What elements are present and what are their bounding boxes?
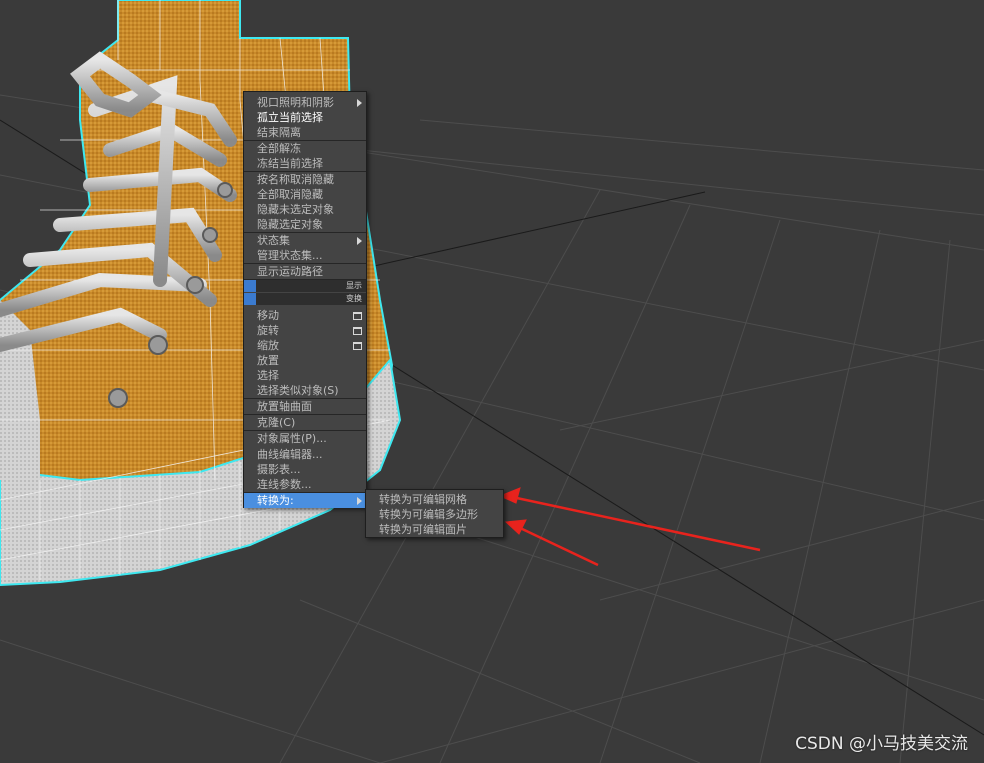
menu-item[interactable]: 摄影表... — [244, 462, 366, 477]
menu-item-label: 全部解冻 — [257, 142, 301, 155]
submenu-item[interactable]: 转换为可编辑网格 — [366, 492, 503, 507]
menu-item-label: 隐藏未选定对象 — [257, 203, 334, 216]
menu-item[interactable]: 选择类似对象(S) — [244, 383, 366, 398]
menu-item[interactable]: 缩放 — [244, 338, 366, 353]
menu-item[interactable]: 冻结当前选择 — [244, 156, 366, 171]
menu-item[interactable]: 选择 — [244, 368, 366, 383]
menu-item-label: 全部取消隐藏 — [257, 188, 323, 201]
menu-item-label: 管理状态集... — [257, 249, 323, 262]
menu-item-label: 放置轴曲面 — [257, 400, 312, 413]
menu-item-label: 状态集 — [257, 234, 290, 247]
submenu-item[interactable]: 转换为可编辑面片 — [366, 522, 503, 537]
menu-item-label: 摄影表... — [257, 463, 301, 476]
quad-label-text: 变换 — [346, 294, 362, 303]
menu-item-label: 冻结当前选择 — [257, 157, 323, 170]
options-box-icon[interactable] — [353, 312, 362, 320]
menu-item[interactable]: 放置轴曲面 — [244, 399, 366, 414]
submenu-arrow-icon — [357, 99, 362, 107]
menu-item[interactable]: 克隆(C) — [244, 415, 366, 430]
menu-item-label: 曲线编辑器... — [257, 448, 323, 461]
menu-item[interactable]: 隐藏选定对象 — [244, 217, 366, 232]
menu-item[interactable]: 状态集 — [244, 233, 366, 248]
submenu-item-label: 转换为可编辑多边形 — [379, 508, 478, 521]
viewport-scene — [0, 0, 984, 763]
menu-item[interactable]: 结束隔离 — [244, 125, 366, 140]
menu-item[interactable]: 连线参数... — [244, 477, 366, 492]
menu-item-label: 放置 — [257, 354, 279, 367]
submenu-item-label: 转换为可编辑网格 — [379, 493, 467, 506]
menu-item[interactable]: 全部解冻 — [244, 141, 366, 156]
menu-item[interactable]: 孤立当前选择 — [244, 110, 366, 125]
menu-item-label: 隐藏选定对象 — [257, 218, 323, 231]
options-box-icon[interactable] — [353, 327, 362, 335]
menu-item-label: 缩放 — [257, 339, 279, 352]
menu-item-label: 克隆(C) — [257, 416, 296, 429]
options-box-icon[interactable] — [353, 342, 362, 350]
menu-item[interactable]: 放置 — [244, 353, 366, 368]
menu-item[interactable]: 对象属性(P)... — [244, 431, 366, 446]
quad-label[interactable]: 显示 — [244, 280, 366, 292]
menu-item-label: 显示运动路径 — [257, 265, 323, 278]
menu-item[interactable]: 转换为: — [244, 493, 366, 508]
menu-item-label: 孤立当前选择 — [257, 111, 323, 124]
submenu-arrow-icon — [357, 237, 362, 245]
menu-item-label: 按名称取消隐藏 — [257, 173, 334, 186]
menu-item-label: 转换为: — [257, 494, 294, 507]
menu-item-label: 连线参数... — [257, 478, 312, 491]
menu-item-label: 选择类似对象(S) — [257, 384, 339, 397]
quad-label-text: 显示 — [346, 281, 362, 290]
submenu-item-label: 转换为可编辑面片 — [379, 523, 467, 536]
submenu-item[interactable]: 转换为可编辑多边形 — [366, 507, 503, 522]
menu-item[interactable]: 显示运动路径 — [244, 264, 366, 279]
quad-context-menu: 显示变换 视口照明和阴影 孤立当前选择 结束隔离全部解冻冻结当前选择 按名称取消隐藏 全部… — [243, 91, 367, 508]
3d-viewport[interactable]: 显示变换 视口照明和阴影 孤立当前选择 结束隔离全部解冻冻结当前选择 按名称取消隐藏 全部… — [0, 0, 984, 763]
menu-item-label: 旋转 — [257, 324, 279, 337]
submenu-arrow-icon — [357, 497, 362, 505]
menu-item-label: 移动 — [257, 309, 279, 322]
menu-item[interactable]: 管理状态集... — [244, 248, 366, 263]
menu-item-label: 视口照明和阴影 — [257, 96, 334, 109]
menu-item[interactable]: 按名称取消隐藏 — [244, 172, 366, 187]
menu-item[interactable]: 旋转 — [244, 323, 366, 338]
watermark: CSDN @小马技美交流 — [795, 734, 968, 754]
menu-item[interactable]: 隐藏未选定对象 — [244, 202, 366, 217]
quad-color-swatch — [244, 293, 256, 305]
menu-item-label: 选择 — [257, 369, 279, 382]
menu-item[interactable]: 曲线编辑器... — [244, 447, 366, 462]
menu-item[interactable]: 全部取消隐藏 — [244, 187, 366, 202]
menu-item-label: 结束隔离 — [257, 126, 301, 139]
menu-item[interactable]: 移动 — [244, 308, 366, 323]
quad-label[interactable]: 变换 — [244, 293, 366, 305]
menu-item[interactable]: 视口照明和阴影 — [244, 95, 366, 110]
quad-color-swatch — [244, 280, 256, 292]
convert-to-submenu: 转换为可编辑网格 转换为可编辑多边形 转换为可编辑面片 — [365, 489, 504, 538]
menu-item-label: 对象属性(P)... — [257, 432, 327, 445]
